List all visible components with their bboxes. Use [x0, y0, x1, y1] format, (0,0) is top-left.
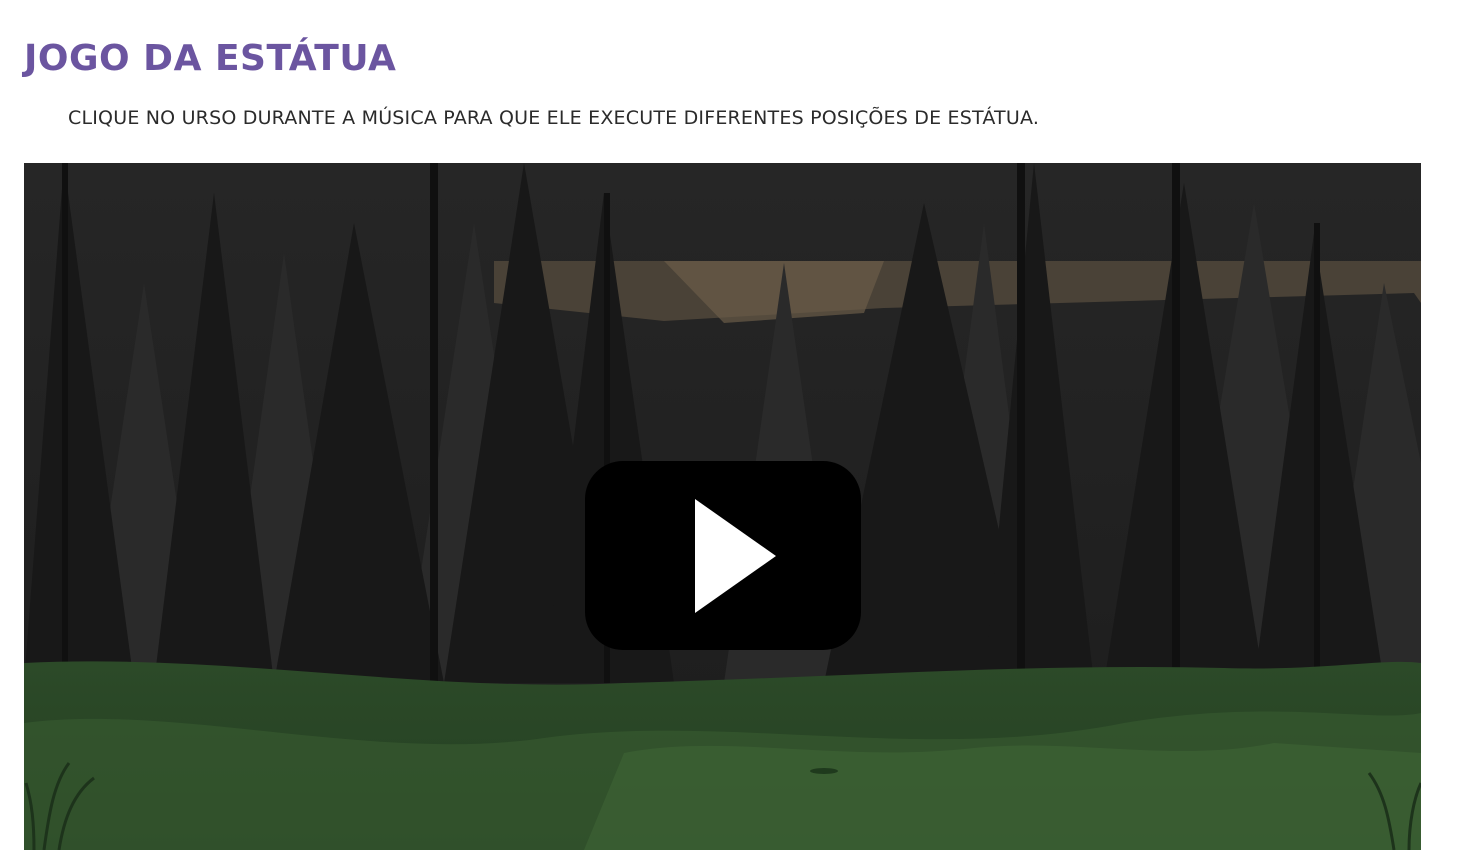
- page-title: JOGO DA ESTÁTUA: [24, 38, 397, 79]
- game-instruction: CLIQUE NO URSO DURANTE A MÚSICA PARA QUE…: [68, 107, 1040, 129]
- play-button[interactable]: [585, 461, 861, 650]
- page: JOGO DA ESTÁTUA CLIQUE NO URSO DURANTE A…: [0, 0, 1460, 850]
- play-icon: [695, 499, 776, 613]
- video-player[interactable]: [24, 163, 1421, 850]
